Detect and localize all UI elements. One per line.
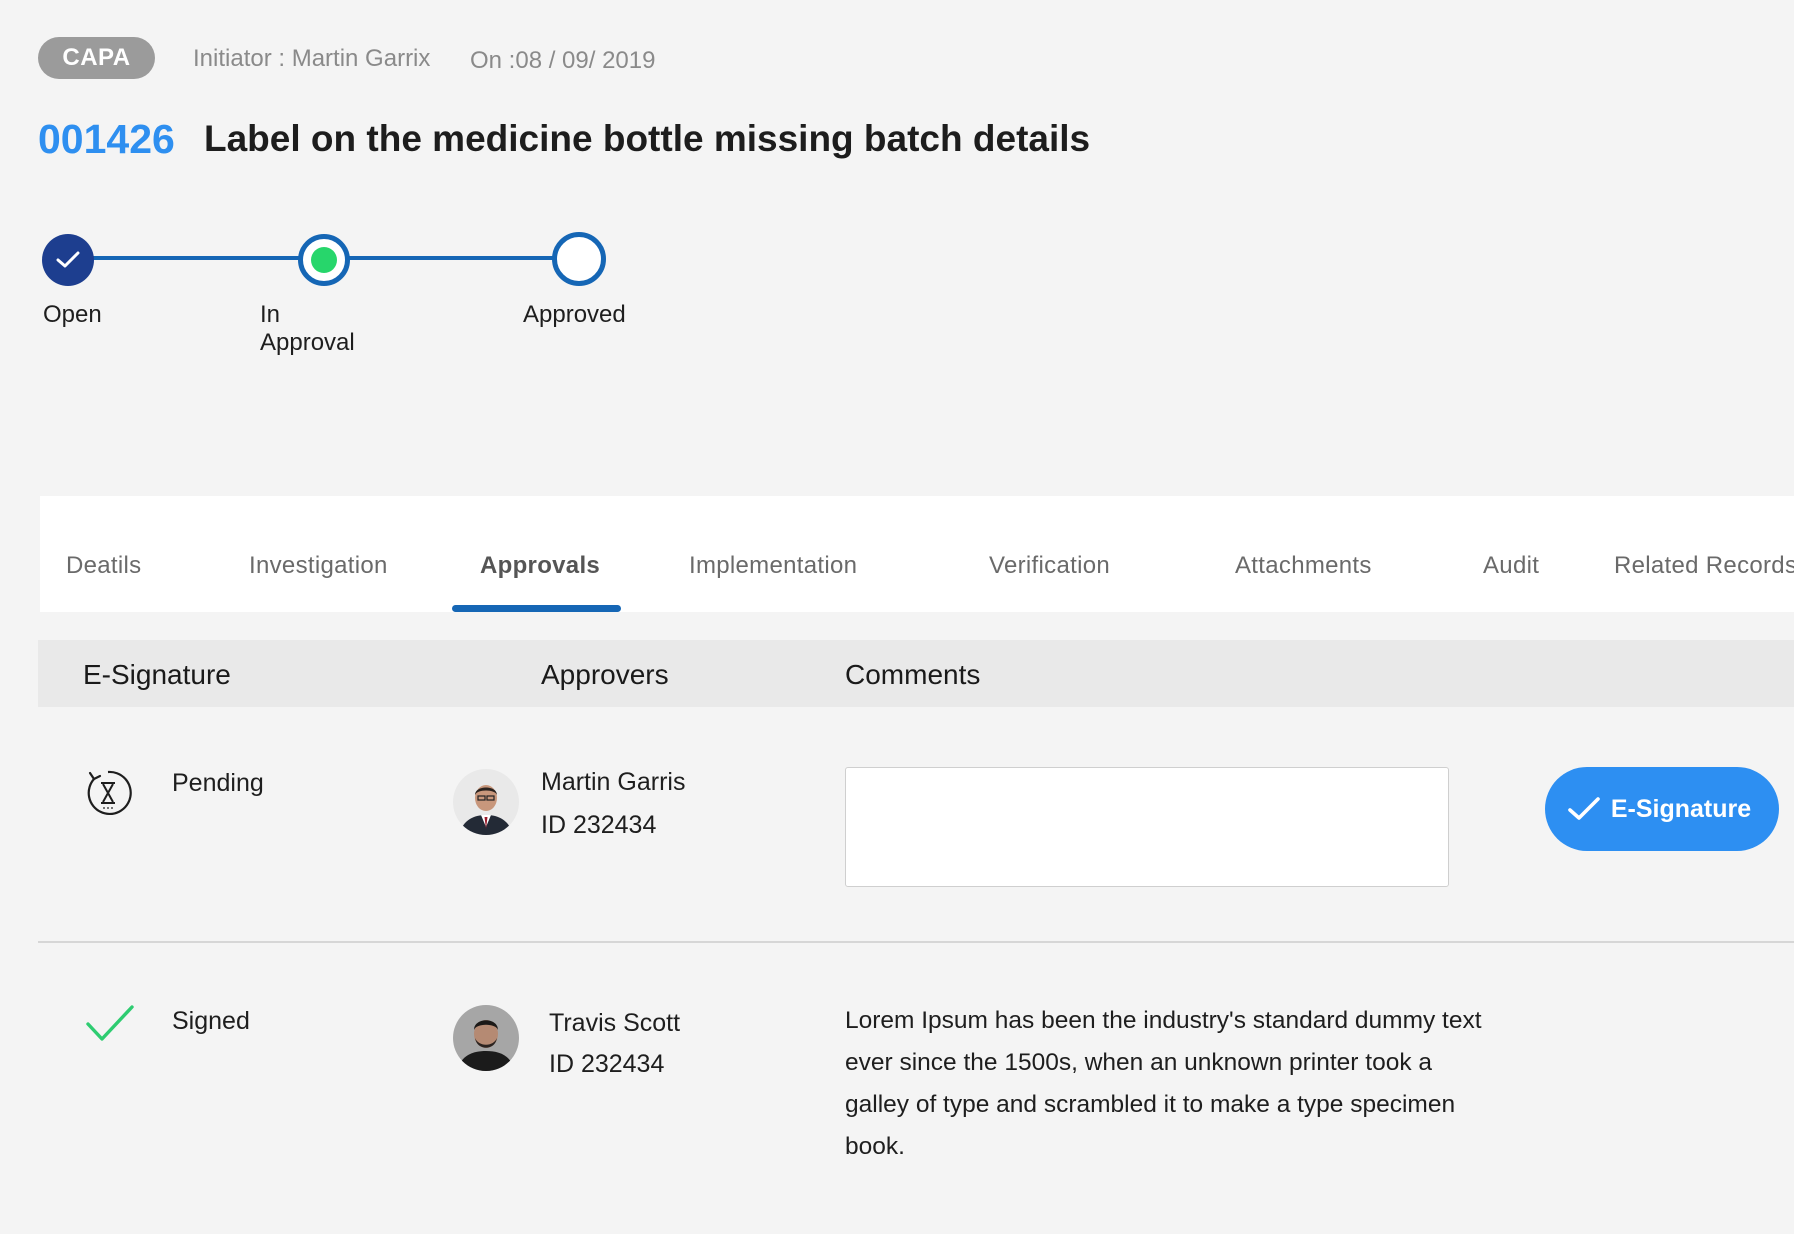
check-icon bbox=[1568, 797, 1600, 820]
step-in-approval-circle bbox=[298, 234, 350, 286]
initiator-text: Initiator : Martin Garrix bbox=[193, 45, 431, 72]
column-header-esignature: E-Signature bbox=[83, 659, 231, 690]
step-connector bbox=[92, 256, 306, 260]
column-header-approvers: Approvers bbox=[541, 659, 669, 690]
tab-approvals[interactable]: Approvals bbox=[480, 552, 600, 580]
row-divider bbox=[38, 941, 1794, 943]
page-title: Label on the medicine bottle missing bat… bbox=[204, 118, 1091, 159]
tab-audit[interactable]: Audit bbox=[1483, 552, 1539, 580]
record-id: 001426 bbox=[38, 116, 175, 162]
status-text: Signed bbox=[172, 1007, 250, 1035]
checkmark-icon bbox=[86, 1005, 134, 1041]
column-header-comments: Comments bbox=[845, 659, 981, 690]
approver-id: ID 232434 bbox=[549, 1050, 665, 1078]
tab-attachments[interactable]: Attachments bbox=[1235, 552, 1372, 580]
record-type-badge: CAPA bbox=[38, 37, 155, 79]
avatar bbox=[453, 769, 519, 835]
approver-name: Travis Scott bbox=[549, 1009, 681, 1037]
avatar bbox=[453, 1005, 519, 1071]
step-label-in-approval: In Approval bbox=[260, 301, 355, 356]
current-step-dot bbox=[311, 247, 337, 273]
comment-input[interactable] bbox=[845, 767, 1449, 887]
tab-related-records[interactable]: Related Records bbox=[1614, 552, 1794, 580]
hourglass-refresh-icon bbox=[87, 770, 132, 816]
tab-details[interactable]: Deatils bbox=[66, 552, 141, 580]
esignature-button[interactable]: E-Signature bbox=[1545, 767, 1779, 851]
esignature-button-label: E-Signature bbox=[1610, 794, 1752, 823]
tab-investigation[interactable]: Investigation bbox=[249, 552, 388, 580]
approver-id: ID 232434 bbox=[541, 811, 657, 839]
step-label-open: Open bbox=[43, 301, 102, 328]
step-open-circle bbox=[42, 234, 94, 286]
tab-verification[interactable]: Verification bbox=[989, 552, 1110, 580]
check-icon bbox=[56, 251, 80, 268]
approver-name: Martin Garris bbox=[541, 768, 686, 796]
created-date: On :08 / 09/ 2019 bbox=[470, 47, 656, 74]
tab-implementation[interactable]: Implementation bbox=[689, 552, 857, 580]
comment-text: Lorem Ipsum has been the industry's stan… bbox=[845, 1007, 1482, 1160]
step-label-approved: Approved bbox=[523, 301, 626, 328]
status-text: Pending bbox=[172, 769, 264, 797]
active-tab-indicator bbox=[452, 605, 621, 612]
step-approved-circle bbox=[552, 232, 606, 286]
step-connector bbox=[348, 256, 558, 260]
